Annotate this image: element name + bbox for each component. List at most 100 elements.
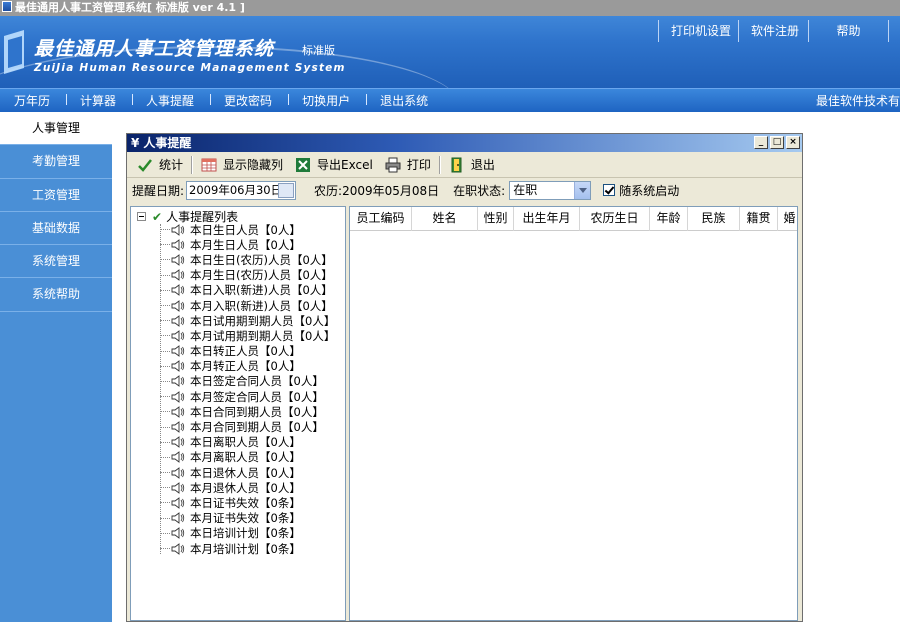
maximize-button[interactable]: □ [770, 136, 784, 149]
tree-item[interactable]: 本日生日(农历)人员【0人】 [160, 252, 335, 267]
reminder-date-value: 2009年06月30日 [189, 182, 283, 197]
speaker-icon [171, 284, 185, 297]
speaker-icon [171, 436, 185, 449]
tree-item-label: 本月试用期到期人员【0人】 [190, 328, 336, 343]
calendar-icon[interactable] [278, 182, 295, 198]
column-header[interactable]: 姓名 [412, 207, 478, 231]
tree-item[interactable]: 本日试用期到期人员【0人】 [160, 313, 335, 328]
chevron-down-icon[interactable] [574, 181, 591, 199]
tree-item[interactable]: 本月证书失效【0条】 [160, 511, 335, 526]
speaker-icon [171, 466, 185, 479]
tree-item-label: 本日培训计划【0条】 [190, 526, 301, 541]
speaker-icon [171, 375, 185, 388]
sidebar-item-payroll[interactable]: 工资管理 [0, 179, 112, 212]
tree-item-label: 本月离职人员【0人】 [190, 450, 301, 465]
minimize-button[interactable]: _ [754, 136, 768, 149]
logo-icon [4, 30, 24, 74]
nav-change-password[interactable]: 更改密码 [210, 92, 288, 109]
tree-item[interactable]: 本月培训计划【0条】 [160, 541, 335, 556]
nav-hr-reminder[interactable]: 人事提醒 [132, 92, 210, 109]
export-excel-button[interactable]: 导出Excel [289, 154, 379, 176]
tree-item-label: 本日转正人员【0人】 [190, 344, 301, 359]
printer-icon [385, 157, 401, 172]
door-exit-icon [451, 157, 462, 172]
speaker-icon [171, 481, 185, 494]
nav-calculator[interactable]: 计算器 [66, 92, 132, 109]
tree-item[interactable]: 本日生日人员【0人】 [160, 222, 335, 237]
tree-connector [160, 259, 170, 261]
tree-item[interactable]: 本日转正人员【0人】 [160, 344, 335, 359]
tree-connector [160, 456, 170, 458]
tree-item-label: 本日入职(新进)人员【0人】 [190, 283, 333, 298]
tree-connector [160, 350, 170, 352]
column-header[interactable]: 出生年月 [514, 207, 580, 231]
sidebar-item-personnel[interactable]: 人事管理 [0, 112, 112, 146]
tree-item[interactable]: 本日签定合同人员【0人】 [160, 374, 335, 389]
tree-item[interactable]: 本日培训计划【0条】 [160, 526, 335, 541]
speaker-icon [171, 269, 185, 282]
column-header[interactable]: 农历生日 [580, 207, 650, 231]
column-header[interactable]: 婚 [778, 207, 797, 231]
tree-item[interactable]: 本月生日人员【0人】 [160, 237, 335, 252]
auto-start-checkbox[interactable] [603, 184, 616, 196]
speaker-icon [171, 497, 185, 509]
collapse-icon[interactable] [137, 212, 146, 221]
printer-settings-link[interactable]: 打印机设置 [658, 20, 738, 42]
tree-item[interactable]: 本月离职人员【0人】 [160, 450, 335, 465]
tree-connector [160, 229, 170, 231]
column-header[interactable]: 年龄 [650, 207, 688, 231]
tree-item[interactable]: 本日离职人员【0人】 [160, 435, 335, 450]
column-header[interactable]: 性别 [478, 207, 514, 231]
tree-item[interactable]: 本月转正人员【0人】 [160, 359, 335, 374]
tree-item[interactable]: 本月合同到期人员【0人】 [160, 419, 335, 434]
print-button[interactable]: 打印 [379, 154, 437, 176]
toolbar-separator [191, 155, 194, 174]
tree-item[interactable]: 本日合同到期人员【0人】 [160, 404, 335, 419]
tree-connector [160, 305, 170, 307]
stats-button[interactable]: 统计 [131, 154, 189, 176]
tree-item[interactable]: 本月签定合同人员【0人】 [160, 389, 335, 404]
tree-item[interactable]: 本月退休人员【0人】 [160, 480, 335, 495]
tree-item-label: 本月退休人员【0人】 [190, 480, 301, 495]
reminder-date-picker[interactable]: 2009年06月30日 [186, 180, 297, 200]
exit-button[interactable]: 退出 [443, 154, 501, 176]
sidebar-item-attendance[interactable]: 考勤管理 [0, 145, 112, 179]
sidebar-item-basic-data[interactable]: 基础数据 [0, 212, 112, 246]
tree-connector [160, 380, 170, 382]
column-header[interactable]: 民族 [688, 207, 740, 231]
tree-item[interactable]: 本日退休人员【0人】 [160, 465, 335, 480]
show-hidden-columns-button[interactable]: 显示隐藏列 [195, 154, 289, 176]
toolbar-separator [438, 155, 441, 174]
tree-item[interactable]: 本月生日(农历)人员【0人】 [160, 268, 335, 283]
close-button[interactable]: × [786, 136, 800, 149]
nav-switch-user[interactable]: 切换用户 [288, 92, 366, 109]
sidebar-item-system[interactable]: 系统管理 [0, 245, 112, 279]
hr-reminder-window: ¥ 人事提醒 _ □ × 统计 显示隐藏列 导出Excel 打印 退出 提醒日期… [126, 133, 803, 622]
tree-connector [160, 335, 170, 337]
employment-status-select[interactable]: 在职 [509, 180, 592, 200]
tree-item[interactable]: 本月入职(新进)人员【0人】 [160, 298, 335, 313]
speaker-icon [171, 238, 185, 251]
speaker-icon [171, 421, 185, 433]
employment-status-value: 在职 [513, 182, 538, 197]
company-text: 最佳软件技术有 [815, 94, 900, 108]
tree-item[interactable]: 本日入职(新进)人员【0人】 [160, 283, 335, 298]
window-controls: _ □ × [754, 136, 800, 149]
column-header[interactable]: 员工编码 [350, 207, 412, 231]
speaker-icon [171, 314, 185, 327]
speaker-icon [171, 223, 185, 236]
help-link[interactable]: 帮助 [808, 20, 888, 42]
nav-calendar[interactable]: 万年历 [0, 92, 66, 109]
speaker-icon [171, 390, 185, 403]
child-window-title: 人事提醒 [143, 136, 192, 150]
sidebar-item-help[interactable]: 系统帮助 [0, 278, 112, 312]
tree-connector [160, 365, 170, 367]
export-excel-label: 导出Excel [317, 158, 373, 172]
reminder-tree: ✔ 人事提醒列表 本日生日人员【0人】 本月生日人员【0人】 本日生日(农历)人员【… [130, 206, 346, 621]
nav-exit-system[interactable]: 退出系统 [366, 92, 444, 109]
show-hidden-label: 显示隐藏列 [223, 158, 284, 172]
tree-item[interactable]: 本月试用期到期人员【0人】 [160, 328, 335, 343]
column-header[interactable]: 籍贯 [740, 207, 778, 231]
register-link[interactable]: 软件注册 [738, 20, 808, 42]
tree-item[interactable]: 本日证书失效【0条】 [160, 495, 335, 510]
